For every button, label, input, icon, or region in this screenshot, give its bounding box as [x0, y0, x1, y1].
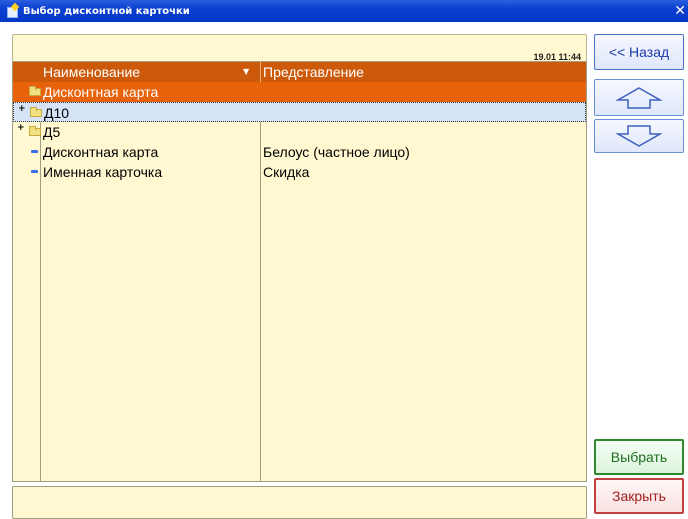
scroll-up-button[interactable]: [594, 79, 684, 116]
table-header: Наименование ▼ Представление: [13, 62, 586, 82]
up-arrow-icon: [616, 86, 662, 109]
window-title: Выбор дисконтной карточки: [23, 5, 190, 17]
window-body: 19.01 11:44 Наименование ▼ Представление…: [0, 22, 688, 519]
table-row[interactable]: + Д10: [13, 102, 586, 122]
status-panel: [12, 486, 587, 519]
close-button[interactable]: Закрыть: [594, 478, 684, 514]
table-row[interactable]: Именная карточка Скидка: [13, 162, 586, 182]
sort-desc-icon[interactable]: ▼: [243, 67, 249, 76]
header-name[interactable]: Наименование: [43, 64, 140, 80]
header-representation[interactable]: Представление: [263, 64, 364, 80]
scroll-down-button[interactable]: [594, 119, 684, 153]
row-value: Белоус (частное лицо): [263, 144, 410, 160]
table-row[interactable]: Дисконтная карта Белоус (частное лицо): [13, 142, 586, 162]
row-name: Именная карточка: [43, 164, 163, 180]
item-icon: [31, 170, 38, 173]
select-button[interactable]: Выбрать: [594, 439, 684, 475]
row-name: Д5: [43, 124, 61, 140]
card-table: Наименование ▼ Представление Дисконтная …: [12, 61, 587, 482]
item-icon: [31, 150, 38, 153]
table-row[interactable]: Дисконтная карта: [13, 82, 586, 102]
folder-icon: [29, 126, 41, 136]
header-divider[interactable]: [260, 62, 261, 82]
row-name: Дисконтная карта: [43, 84, 159, 100]
row-name: Д10: [44, 105, 70, 121]
row-name: Дисконтная карта: [43, 144, 159, 160]
folder-icon: [30, 107, 42, 117]
expand-icon[interactable]: +: [17, 123, 25, 133]
close-icon[interactable]: ✕: [672, 3, 686, 19]
folder-icon: [29, 86, 41, 96]
table-row[interactable]: + Д5: [13, 122, 586, 142]
expand-icon[interactable]: +: [18, 104, 26, 114]
down-arrow-icon: [616, 125, 662, 147]
row-value: Скидка: [263, 164, 310, 180]
app-icon: [5, 4, 19, 18]
title-bar: Выбор дисконтной карточки ✕: [0, 0, 688, 22]
back-button[interactable]: << Назад: [594, 34, 684, 70]
